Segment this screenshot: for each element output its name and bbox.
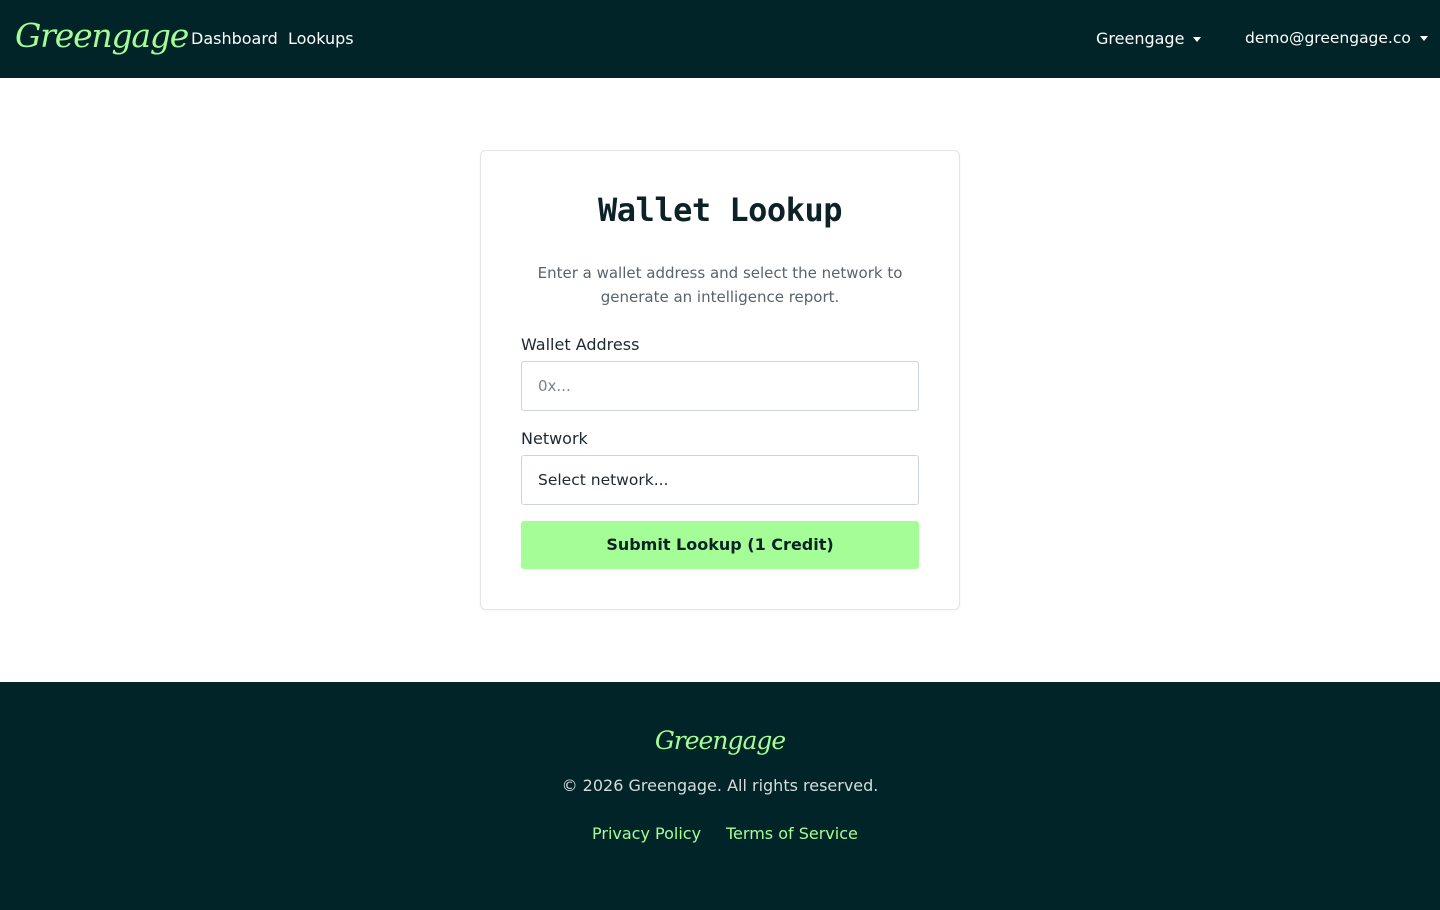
wallet-lookup-card: Wallet Lookup Enter a wallet address and… [480, 150, 960, 610]
caret-down-icon [1419, 35, 1428, 41]
copyright-text: © 2026 Greengage. All rights reserved. [561, 776, 879, 795]
footer-brand-logo: Greengage [654, 726, 786, 755]
nav-link-dashboard[interactable]: Dashboard [191, 28, 278, 50]
org-dropdown[interactable]: Greengage [1096, 28, 1202, 50]
caret-down-icon [1193, 36, 1202, 42]
wallet-address-label: Wallet Address [521, 335, 640, 354]
org-dropdown-label: Greengage [1096, 29, 1185, 48]
brand-logo[interactable]: Greengage [15, 16, 189, 56]
submit-lookup-button[interactable]: Submit Lookup (1 Credit) [521, 521, 919, 569]
wallet-address-input[interactable]: 0x... [521, 361, 919, 411]
card-title: Wallet Lookup [598, 191, 842, 229]
user-dropdown[interactable]: demo@greengage.co [1245, 27, 1428, 49]
terms-of-service-link[interactable]: Terms of Service [726, 823, 858, 845]
top-navbar: Greengage Dashboard Lookups Greengage de… [0, 0, 1440, 78]
page-footer: Greengage © 2026 Greengage. All rights r… [0, 682, 1440, 910]
card-description: Enter a wallet address and select the ne… [537, 264, 903, 306]
user-dropdown-label: demo@greengage.co [1245, 29, 1411, 47]
network-select[interactable]: Select network... [521, 455, 919, 505]
nav-link-lookups[interactable]: Lookups [288, 28, 354, 50]
privacy-policy-link[interactable]: Privacy Policy [592, 823, 701, 845]
network-label: Network [521, 429, 588, 448]
